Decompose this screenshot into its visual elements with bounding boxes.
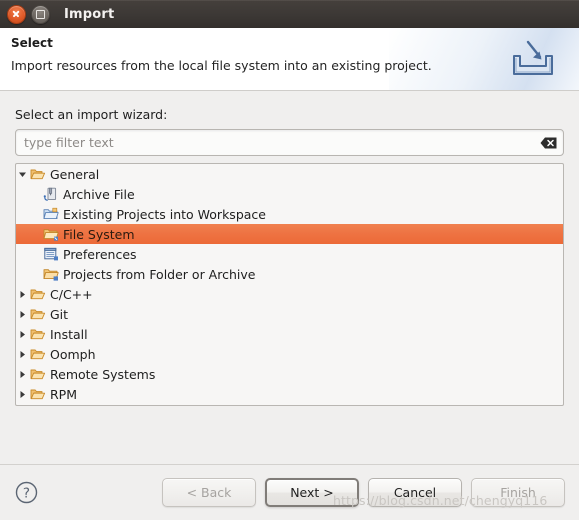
preferences-icon	[42, 246, 60, 262]
finish-button: Finish	[471, 478, 565, 507]
chevron-right-icon[interactable]	[16, 350, 29, 359]
tree-item-label: File System	[63, 226, 135, 242]
tree-item-label: C/C++	[50, 286, 93, 302]
tree-item-existing-projects-into-workspace[interactable]: Existing Projects into Workspace	[16, 204, 563, 224]
help-question-icon[interactable]: ?	[14, 480, 39, 505]
tree-item-preferences[interactable]: Preferences	[16, 244, 563, 264]
folder-open-icon	[29, 386, 47, 402]
folder-archive-icon	[42, 266, 60, 282]
next-button[interactable]: Next >	[265, 478, 359, 507]
banner-title: Select	[11, 36, 53, 50]
window-title: Import	[64, 6, 115, 22]
window-maximize-icon[interactable]	[31, 4, 50, 24]
window-titlebar: Import	[0, 0, 579, 28]
svg-text:?: ?	[23, 486, 30, 502]
tree-item-label: Existing Projects into Workspace	[63, 206, 266, 222]
dialog-body: Select an import wizard: General Archive …	[0, 91, 579, 464]
projects-import-icon	[42, 206, 60, 222]
tree-item-remote-systems[interactable]: Remote Systems	[16, 364, 563, 384]
cancel-button[interactable]: Cancel	[368, 478, 462, 507]
filter-field-wrapper[interactable]	[15, 129, 564, 156]
chevron-right-icon[interactable]	[16, 330, 29, 339]
folder-open-icon	[29, 326, 47, 342]
folder-open-icon	[29, 166, 47, 182]
chevron-down-icon[interactable]	[16, 170, 29, 179]
dialog-button-row: < Back Next > Cancel Finish	[162, 478, 565, 507]
folder-open-icon	[29, 366, 47, 382]
archive-file-icon	[42, 186, 60, 202]
tree-item-install[interactable]: Install	[16, 324, 563, 344]
folder-open-icon	[29, 346, 47, 362]
chevron-right-icon[interactable]	[16, 370, 29, 379]
tree-item-archive-file[interactable]: Archive File	[16, 184, 563, 204]
chevron-right-icon[interactable]	[16, 390, 29, 399]
tree-item-label: Projects from Folder or Archive	[63, 266, 256, 282]
tree-item-file-system[interactable]: File System	[16, 224, 563, 244]
tree-item-label: Remote Systems	[50, 366, 156, 382]
tree-item-label: RPM	[50, 386, 78, 402]
filter-text-input[interactable]	[16, 130, 563, 155]
tree-item-general[interactable]: General	[16, 164, 563, 184]
import-dialog: Import Select Import resources from the …	[0, 0, 579, 520]
file-system-folder-icon	[42, 226, 60, 242]
folder-open-icon	[29, 306, 47, 322]
dialog-banner: Select Import resources from the local f…	[0, 28, 579, 91]
tree-item-label: Oomph	[50, 346, 96, 362]
tree-item-label: General	[50, 166, 100, 182]
chevron-right-icon[interactable]	[16, 310, 29, 319]
folder-open-icon	[29, 286, 47, 302]
tree-item-oomph[interactable]: Oomph	[16, 344, 563, 364]
banner-description: Import resources from the local file sys…	[11, 58, 432, 73]
tree-item-label: Archive File	[63, 186, 135, 202]
import-tray-arrow-icon	[513, 40, 553, 75]
window-close-icon[interactable]	[7, 4, 26, 24]
back-button: < Back	[162, 478, 256, 507]
import-wizard-tree[interactable]: General Archive File Existing Projects int…	[15, 163, 564, 406]
tree-item-label: Install	[50, 326, 88, 342]
tree-item-label: Git	[50, 306, 69, 322]
tree-item-rpm[interactable]: RPM	[16, 384, 563, 404]
tree-item-label: Preferences	[63, 246, 137, 262]
select-wizard-label: Select an import wizard:	[15, 107, 168, 122]
chevron-right-icon[interactable]	[16, 290, 29, 299]
clear-field-icon[interactable]	[540, 136, 557, 149]
tree-item-projects-from-folder-or-archive[interactable]: Projects from Folder or Archive	[16, 264, 563, 284]
dialog-footer: ? < Back Next > Cancel Finish https://blog.…	[0, 464, 579, 520]
tree-item-git[interactable]: Git	[16, 304, 563, 324]
tree-item-c-c[interactable]: C/C++	[16, 284, 563, 304]
